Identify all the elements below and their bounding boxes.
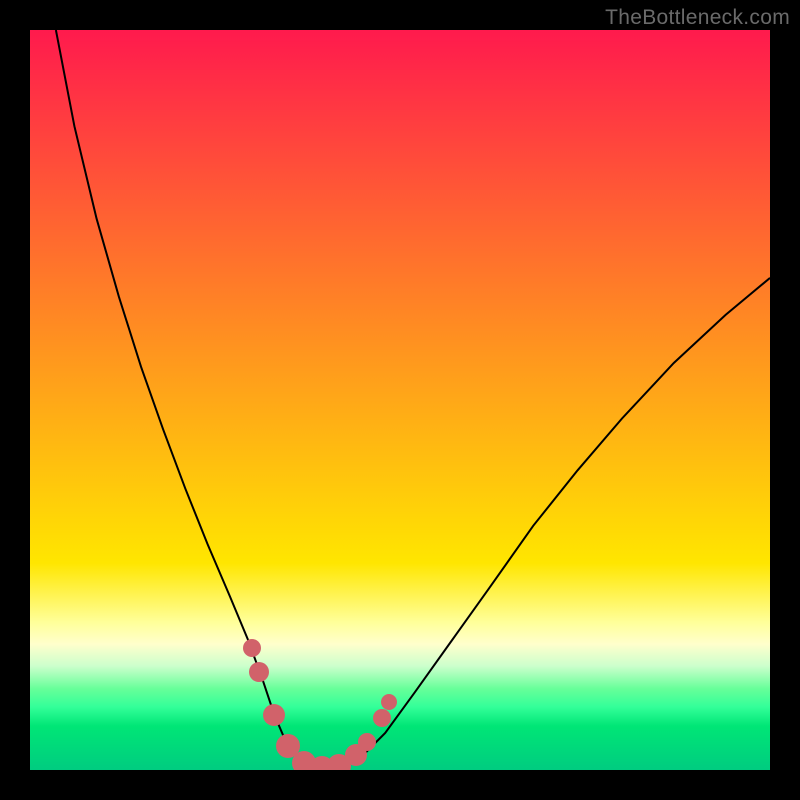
curve-marker xyxy=(263,704,285,726)
curve-marker xyxy=(381,694,397,710)
curve-marker xyxy=(243,639,261,657)
plot-area xyxy=(30,30,770,770)
curve-marker xyxy=(249,662,269,682)
curve-markers xyxy=(30,30,770,770)
curve-marker xyxy=(358,733,376,751)
curve-marker xyxy=(373,709,391,727)
chart-frame: TheBottleneck.com xyxy=(0,0,800,800)
watermark-text: TheBottleneck.com xyxy=(605,6,790,30)
